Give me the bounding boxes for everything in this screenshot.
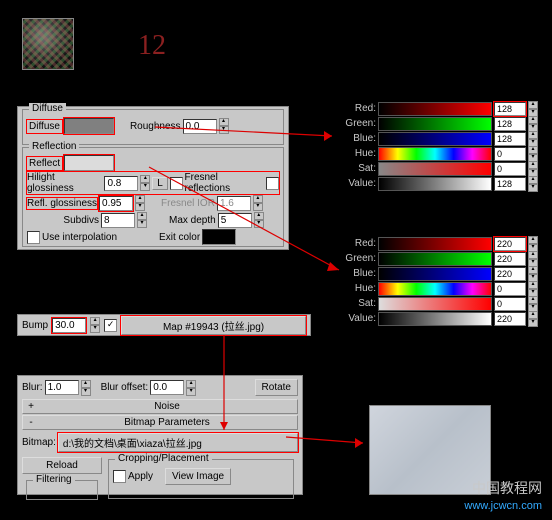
bump-label: Bump xyxy=(22,320,48,331)
blue-slider[interactable] xyxy=(378,132,492,146)
bump-value[interactable]: 30.0 xyxy=(52,318,86,333)
red-slider[interactable] xyxy=(378,102,492,116)
view-image-button[interactable]: View Image xyxy=(165,468,231,485)
hilight-gloss-value[interactable]: 0.8 xyxy=(104,176,138,191)
rotate-button[interactable]: Rotate xyxy=(255,379,298,396)
hue-value-2[interactable]: 0 xyxy=(494,282,526,296)
apply-label: Apply xyxy=(128,471,153,482)
blur-label: Blur: xyxy=(22,382,43,393)
green-value-2[interactable]: 220 xyxy=(494,252,526,266)
sat-value-2[interactable]: 0 xyxy=(494,297,526,311)
max-depth-label: Max depth xyxy=(169,215,216,226)
bluroff-spinner[interactable]: ▴▾ xyxy=(186,380,196,396)
blur-spinner[interactable]: ▴▾ xyxy=(81,380,91,396)
val-value[interactable]: 128 xyxy=(494,177,526,191)
filtering-title: Filtering xyxy=(33,474,75,485)
green-slider[interactable] xyxy=(378,117,492,131)
apply-check[interactable] xyxy=(113,470,126,483)
blur-offset-value[interactable]: 0.0 xyxy=(150,380,184,395)
red-value[interactable]: 128 xyxy=(494,102,526,116)
lock-button[interactable]: L xyxy=(152,177,168,190)
val-value-2[interactable]: 220 xyxy=(494,312,526,326)
val-slider[interactable] xyxy=(378,177,492,191)
roughness-spinner[interactable]: ▴▾ xyxy=(219,118,229,134)
footer-url: www.jcwcn.com xyxy=(464,500,542,512)
reload-button[interactable]: Reload xyxy=(22,457,102,474)
blur-offset-label: Blur offset: xyxy=(101,382,149,393)
roughness-value[interactable]: 0.0 xyxy=(183,119,217,134)
green-slider-2[interactable] xyxy=(378,252,492,266)
blue-value[interactable]: 128 xyxy=(494,132,526,146)
fresnel-check[interactable] xyxy=(170,177,183,190)
material-preview-sphere xyxy=(22,18,74,70)
footer-cn: 中国教程网 xyxy=(472,478,542,498)
hue-slider-2[interactable] xyxy=(378,282,492,296)
exit-color-swatch[interactable] xyxy=(202,229,236,245)
use-interp-label: Use interpolation xyxy=(42,232,117,243)
subdivs-value[interactable]: 8 xyxy=(101,213,135,228)
color-picker-1: Red:128▴▾ Green:128▴▾ Blue:128▴▾ Hue:0▴▾… xyxy=(338,101,538,191)
noise-rollout[interactable]: +Noise xyxy=(22,399,298,414)
interp-check[interactable] xyxy=(27,231,40,244)
bitmap-path-button[interactable]: d:\我的文档\桌面\xiaza\拉丝.jpg xyxy=(58,433,298,452)
diffuse-group-title: Diffuse xyxy=(29,103,66,114)
diffuse-label: Diffuse xyxy=(27,120,62,133)
val-slider-2[interactable] xyxy=(378,312,492,326)
maxdepth-spinner[interactable]: ▴▾ xyxy=(254,212,264,228)
roughness-label: Roughness xyxy=(130,121,181,132)
bitmap-params-rollout[interactable]: -Bitmap Parameters xyxy=(22,415,298,430)
subdivs-spinner[interactable]: ▴▾ xyxy=(137,212,147,228)
color-picker-2: Red:220▴▾ Green:220▴▾ Blue:220▴▾ Hue:0▴▾… xyxy=(338,236,538,326)
bump-spinner[interactable]: ▴▾ xyxy=(90,317,100,333)
ior-spinner[interactable]: ▴▾ xyxy=(253,195,263,211)
diffuse-swatch[interactable] xyxy=(64,118,114,134)
hue-slider[interactable] xyxy=(378,147,492,161)
hilight-spinner[interactable]: ▴▾ xyxy=(140,175,150,191)
bump-panel: Bump 30.0 ▴▾ Map #19943 (拉丝.jpg) xyxy=(17,314,311,336)
refl-spinner[interactable]: ▴▾ xyxy=(135,195,145,211)
hue-value[interactable]: 0 xyxy=(494,147,526,161)
blue-slider-2[interactable] xyxy=(378,267,492,281)
exit-color-label: Exit color xyxy=(159,232,200,243)
fresnel-ior-value: 1.6 xyxy=(217,196,251,211)
max-depth-value[interactable]: 5 xyxy=(218,213,252,228)
step-number: 12 xyxy=(138,30,166,62)
fresnel-ior-label: Fresnel IOR xyxy=(161,198,215,209)
cropping-title: Cropping/Placement xyxy=(115,453,212,464)
bitmap-label: Bitmap: xyxy=(22,437,56,448)
fresnel-label: Fresnel reflections xyxy=(185,172,265,194)
material-panel: Diffuse Diffuse Roughness 0.0 ▴▾ Reflect… xyxy=(17,106,289,250)
reflection-group-title: Reflection xyxy=(29,141,79,152)
bitmap-panel: Blur: 1.0 ▴▾ Blur offset: 0.0 ▴▾ Rotate … xyxy=(17,375,303,495)
refl-gloss-label: Refl. glossiness xyxy=(27,198,97,209)
subdivs-label: Subdivs xyxy=(27,215,99,226)
refl-gloss-value[interactable]: 0.95 xyxy=(99,196,133,211)
fresnel-on-check[interactable] xyxy=(266,177,279,190)
sat-slider[interactable] xyxy=(378,162,492,176)
red-value-2[interactable]: 220 xyxy=(494,237,526,251)
blue-value-2[interactable]: 220 xyxy=(494,267,526,281)
bump-map-button[interactable]: Map #19943 (拉丝.jpg) xyxy=(121,316,306,335)
blur-value[interactable]: 1.0 xyxy=(45,380,79,395)
reflect-label: Reflect xyxy=(27,157,62,170)
red-slider-2[interactable] xyxy=(378,237,492,251)
sat-slider-2[interactable] xyxy=(378,297,492,311)
green-value[interactable]: 128 xyxy=(494,117,526,131)
reflect-swatch[interactable] xyxy=(64,155,114,171)
sat-value[interactable]: 0 xyxy=(494,162,526,176)
bump-check[interactable] xyxy=(104,319,117,332)
hilight-gloss-label: Hilight glossiness xyxy=(27,172,102,194)
